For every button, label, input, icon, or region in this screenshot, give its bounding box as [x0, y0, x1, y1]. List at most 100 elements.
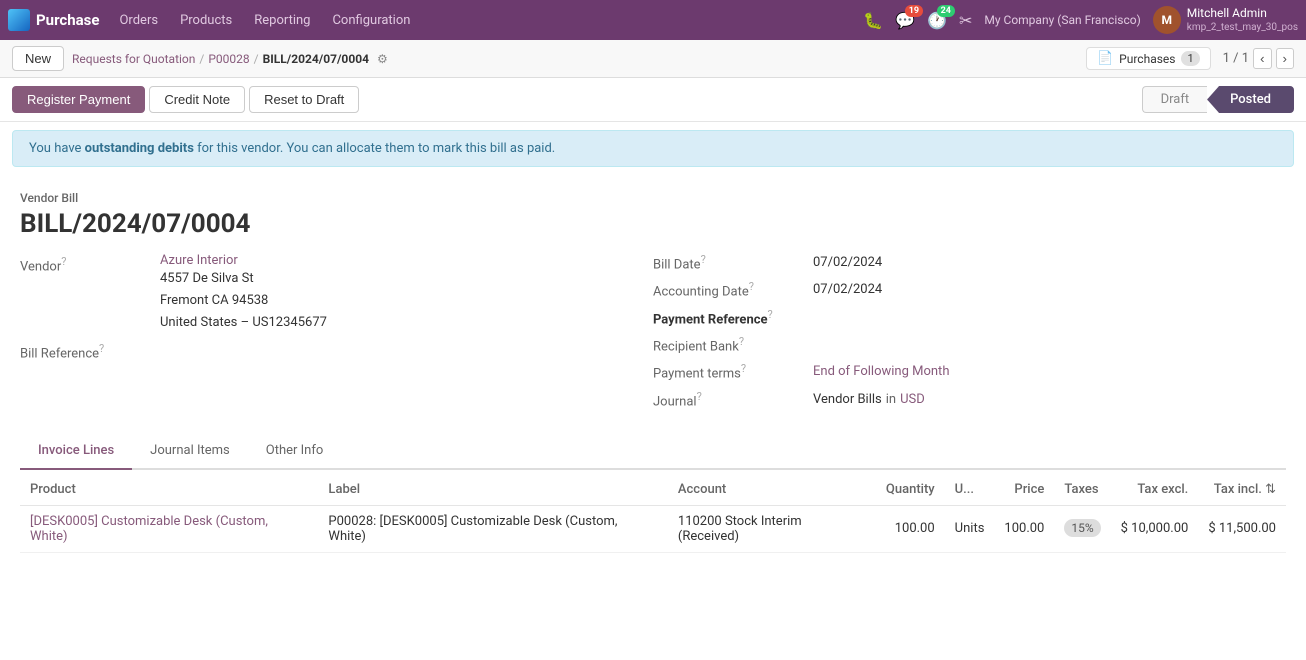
form-right: Bill Date? 07/02/2024 Accounting Date? 0…	[653, 253, 1286, 417]
payment-terms-label: Payment terms?	[653, 362, 813, 381]
accounting-date-label: Accounting Date?	[653, 280, 813, 299]
payment-terms-field: Payment terms? End of Following Month	[653, 362, 1286, 381]
form-content: Vendor Bill BILL/2024/07/0004 Vendor? Az…	[0, 175, 1306, 433]
bill-reference-field: Bill Reference?	[20, 342, 613, 361]
col-header-quantity: Quantity	[876, 474, 945, 506]
cell-tax-excl: $ 10,000.00	[1111, 505, 1199, 552]
new-button[interactable]: New	[12, 46, 64, 71]
vendor-value: Azure Interior 4557 De Silva St Fremont …	[160, 253, 327, 334]
payment-reference-label: Payment Reference?	[653, 308, 813, 327]
form-grid: Vendor? Azure Interior 4557 De Silva St …	[20, 253, 1286, 417]
pagination-next[interactable]: ›	[1276, 48, 1294, 69]
brand-label: Purchase	[36, 11, 99, 29]
payment-reference-field: Payment Reference?	[653, 308, 1286, 327]
form-label-top: Vendor Bill	[20, 191, 1286, 205]
vendor-field: Vendor? Azure Interior 4557 De Silva St …	[20, 253, 613, 334]
cell-product[interactable]: [DESK0005] Customizable Desk (Custom, Wh…	[20, 505, 318, 552]
vendor-addr2: Fremont CA 94538	[160, 290, 327, 312]
gear-icon[interactable]: ⚙	[377, 52, 388, 66]
vendor-addr1: 4557 De Silva St	[160, 268, 327, 290]
credit-note-button[interactable]: Credit Note	[149, 86, 245, 113]
pagination: 1 / 1 ‹ ›	[1223, 48, 1294, 69]
avatar: M	[1153, 6, 1181, 34]
cell-label: P00028: [DESK0005] Customizable Desk (Cu…	[318, 505, 667, 552]
nav-reporting[interactable]: Reporting	[244, 9, 320, 32]
tab-invoice-lines[interactable]: Invoice Lines	[20, 433, 132, 470]
message-icon-btn[interactable]: 💬 19	[895, 11, 915, 30]
cell-account: 110200 Stock Interim (Received)	[668, 505, 876, 552]
bill-ref-help[interactable]: ?	[99, 342, 104, 355]
alert-banner: You have outstanding debits for this ven…	[12, 130, 1294, 167]
col-header-tax-excl: Tax excl.	[1111, 474, 1199, 506]
purchases-button[interactable]: 📄 Purchases 1	[1086, 47, 1211, 70]
accounting-date-value[interactable]: 07/02/2024	[813, 282, 882, 297]
acct-date-help[interactable]: ?	[749, 280, 754, 293]
cell-quantity: 100.00	[876, 505, 945, 552]
tab-other-info[interactable]: Other Info	[248, 433, 342, 470]
vendor-label: Vendor?	[20, 253, 160, 274]
status-draft[interactable]: Draft	[1142, 86, 1208, 113]
purchases-count: 1	[1181, 51, 1199, 66]
col-header-product: Product	[20, 474, 318, 506]
bill-date-help[interactable]: ?	[701, 253, 706, 266]
activity-icon-btn[interactable]: 🕐 24	[927, 11, 947, 30]
journal-currency[interactable]: USD	[900, 392, 925, 407]
tax-badge: 15%	[1064, 519, 1100, 537]
bank-help[interactable]: ?	[739, 335, 744, 348]
bug-icon-btn[interactable]: 🐛	[863, 11, 883, 30]
tools-icon-btn[interactable]: ✂	[959, 11, 972, 30]
col-header-unit: U...	[945, 474, 995, 506]
action-bar: Register Payment Credit Note Reset to Dr…	[0, 78, 1306, 122]
journal-help[interactable]: ?	[697, 390, 702, 403]
alert-bold: outstanding debits	[85, 141, 194, 156]
bill-number: BILL/2024/07/0004	[20, 209, 1286, 239]
breadcrumb-parent[interactable]: Requests for Quotation	[72, 52, 195, 66]
form-left: Vendor? Azure Interior 4557 De Silva St …	[20, 253, 653, 417]
col-header-label: Label	[318, 474, 667, 506]
cell-price: 100.00	[994, 505, 1054, 552]
user-subtitle: kmp_2_test_may_30_pos	[1187, 21, 1298, 34]
breadcrumb: Requests for Quotation / P00028 / BILL/2…	[72, 52, 388, 66]
bill-date-value[interactable]: 07/02/2024	[813, 255, 882, 270]
vendor-help[interactable]: ?	[61, 255, 66, 268]
alert-text-end: for this vendor. You can allocate them t…	[194, 141, 555, 156]
purchases-icon: 📄	[1097, 51, 1113, 66]
journal-in: in	[886, 392, 896, 407]
user-info[interactable]: M Mitchell Admin kmp_2_test_may_30_pos	[1153, 6, 1298, 35]
vendor-name-link[interactable]: Azure Interior	[160, 253, 327, 268]
nav-configuration[interactable]: Configuration	[322, 9, 420, 32]
purchases-label: Purchases	[1119, 52, 1175, 66]
journal-field: Journal? Vendor Bills in USD	[653, 390, 1286, 409]
bill-date-label: Bill Date?	[653, 253, 813, 272]
bill-reference-value[interactable]	[160, 351, 280, 352]
pagination-info: 1 / 1	[1223, 51, 1249, 66]
journal-label: Journal?	[653, 390, 813, 409]
pagination-prev[interactable]: ‹	[1253, 48, 1271, 69]
nav-products[interactable]: Products	[170, 9, 242, 32]
breadcrumb-sep1: /	[199, 52, 204, 66]
accounting-date-field: Accounting Date? 07/02/2024	[653, 280, 1286, 299]
status-posted[interactable]: Posted	[1207, 86, 1294, 113]
breadcrumb-bar: New Requests for Quotation / P00028 / BI…	[0, 40, 1306, 78]
brand[interactable]: Purchase	[8, 9, 99, 31]
invoice-lines-table: Product Label Account Quantity U... Pric…	[20, 474, 1286, 553]
breadcrumb-right: 📄 Purchases 1 1 / 1 ‹ ›	[1086, 47, 1294, 70]
vendor-addr3: United States – US12345677	[160, 312, 327, 334]
reset-to-draft-button[interactable]: Reset to Draft	[249, 86, 359, 113]
terms-help[interactable]: ?	[741, 362, 746, 375]
vendor-address: 4557 De Silva St Fremont CA 94538 United…	[160, 268, 327, 334]
col-header-taxes: Taxes	[1054, 474, 1110, 506]
journal-value[interactable]: Vendor Bills	[813, 392, 882, 407]
payment-terms-value[interactable]: End of Following Month	[813, 364, 949, 379]
col-header-account: Account	[668, 474, 876, 506]
tab-journal-items[interactable]: Journal Items	[132, 433, 248, 470]
user-name: Mitchell Admin	[1187, 6, 1298, 22]
pay-ref-help[interactable]: ?	[768, 308, 773, 321]
product-link[interactable]: [DESK0005] Customizable Desk (Custom, Wh…	[30, 514, 268, 544]
cell-tax-incl: $ 11,500.00	[1198, 505, 1286, 552]
table-wrapper: Product Label Account Quantity U... Pric…	[20, 474, 1286, 553]
tabs-bar: Invoice Lines Journal Items Other Info	[20, 433, 1286, 470]
breadcrumb-parent2[interactable]: P00028	[208, 52, 249, 66]
nav-orders[interactable]: Orders	[109, 9, 168, 32]
register-payment-button[interactable]: Register Payment	[12, 86, 145, 113]
